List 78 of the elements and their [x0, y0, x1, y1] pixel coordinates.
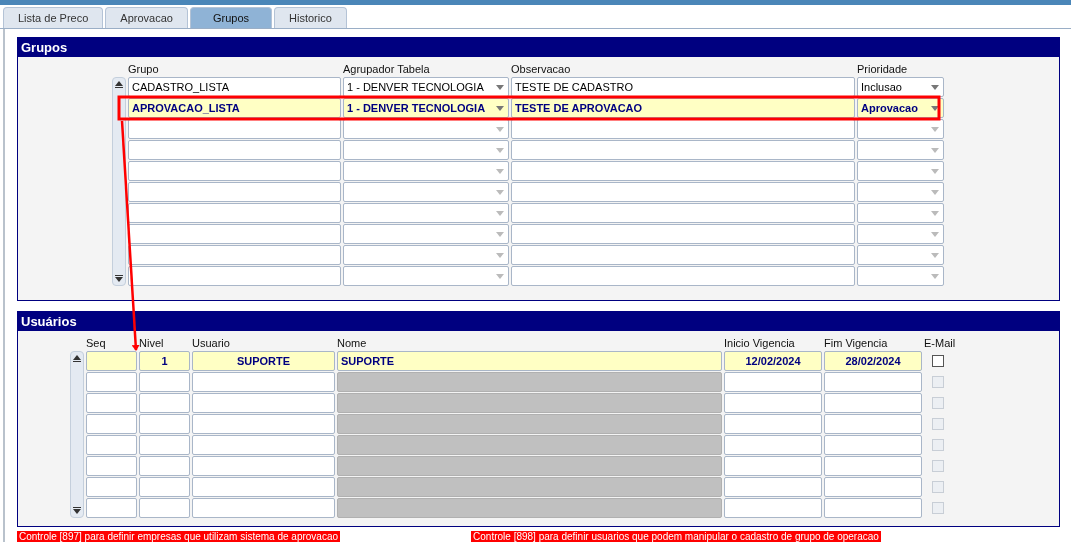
column-label: Prioridade [857, 63, 909, 77]
text-field[interactable] [139, 498, 190, 518]
date-field[interactable] [724, 477, 822, 497]
text-field[interactable] [139, 372, 190, 392]
column-label: Usuario [192, 337, 231, 351]
scroll-up-icon[interactable] [114, 79, 124, 89]
text-field[interactable]: SUPORTE [192, 351, 335, 371]
panel-title: Grupos [18, 38, 1059, 57]
text-field[interactable] [86, 372, 137, 392]
text-field[interactable]: TESTE DE APROVACAO [511, 98, 855, 118]
scroll-down-icon[interactable] [114, 274, 124, 284]
warning-note: Controle [898] para definir usuarios que podem manipular o cadastro de grupo de operacao [471, 531, 881, 542]
date-field[interactable] [824, 414, 922, 434]
date-field[interactable] [724, 414, 822, 434]
column-label: Grupo [128, 63, 160, 77]
tab[interactable]: Aprovacao [105, 7, 188, 28]
column-label: Nome [337, 337, 368, 351]
scroll-up-icon[interactable] [72, 353, 82, 363]
dropdown-field[interactable]: 1 - DENVER TECNOLOGIA [343, 77, 509, 97]
date-field[interactable]: 28/02/2024 [824, 351, 922, 371]
tab[interactable]: Grupos [189, 7, 272, 28]
date-field[interactable] [724, 498, 822, 518]
caret-icon[interactable] [496, 84, 504, 90]
text-field[interactable] [192, 477, 335, 497]
text-field[interactable] [192, 372, 335, 392]
text-field[interactable] [139, 435, 190, 455]
caret-icon[interactable] [931, 105, 939, 111]
dropdown-field[interactable]: 1 - DENVER TECNOLOGIA [343, 98, 509, 118]
scrollbar[interactable] [70, 351, 84, 518]
tab[interactable]: Historico [274, 7, 347, 28]
caret-icon[interactable] [931, 84, 939, 90]
text-field[interactable] [192, 435, 335, 455]
caret-icon[interactable] [496, 105, 504, 111]
column-label: E-Mail [924, 337, 957, 351]
dropdown-field[interactable]: Inclusao [857, 77, 944, 97]
scrollbar[interactable] [112, 77, 126, 286]
text-field[interactable] [139, 393, 190, 413]
date-field[interactable] [724, 456, 822, 476]
text-field[interactable] [86, 477, 137, 497]
date-field[interactable] [824, 477, 922, 497]
column-label: Agrupador Tabela [343, 63, 431, 77]
date-field[interactable]: 12/02/2024 [724, 351, 822, 371]
text-field[interactable] [86, 435, 137, 455]
text-field[interactable] [192, 498, 335, 518]
column-label: Inicio Vigencia [724, 337, 796, 351]
text-field[interactable]: SUPORTE [337, 351, 722, 371]
text-field[interactable] [192, 456, 335, 476]
text-field[interactable]: APROVACAO_LISTA [128, 98, 341, 118]
date-field[interactable] [824, 372, 922, 392]
column-label: Seq [86, 337, 107, 351]
text-field[interactable] [192, 414, 335, 434]
date-field[interactable] [724, 435, 822, 455]
date-field[interactable] [824, 435, 922, 455]
text-field[interactable] [139, 456, 190, 476]
date-field[interactable] [724, 372, 822, 392]
text-field[interactable] [192, 393, 335, 413]
text-field[interactable]: TESTE DE CADASTRO [511, 77, 855, 97]
scroll-down-icon[interactable] [72, 506, 82, 516]
text-field[interactable] [86, 393, 137, 413]
text-field[interactable] [86, 456, 137, 476]
column-label: Nivel [139, 337, 165, 351]
panel-title: Usuários [18, 312, 1059, 331]
text-field[interactable]: CADASTRO_LISTA [128, 77, 341, 97]
date-field[interactable] [824, 393, 922, 413]
text-field[interactable]: 1 [139, 351, 190, 371]
warning-note: Controle [897] para definir empresas que utilizam sistema de aprovacao [17, 531, 341, 542]
text-field[interactable] [139, 477, 190, 497]
column-label: Observacao [511, 63, 572, 77]
checkbox[interactable] [932, 355, 944, 367]
text-field[interactable] [86, 414, 137, 434]
text-field[interactable] [86, 498, 137, 518]
column-label: Fim Vigencia [824, 337, 889, 351]
date-field[interactable] [724, 393, 822, 413]
date-field[interactable] [824, 498, 922, 518]
tab[interactable]: Lista de Preco [3, 7, 104, 28]
date-field[interactable] [824, 456, 922, 476]
text-field[interactable] [86, 351, 137, 371]
text-field[interactable] [139, 414, 190, 434]
